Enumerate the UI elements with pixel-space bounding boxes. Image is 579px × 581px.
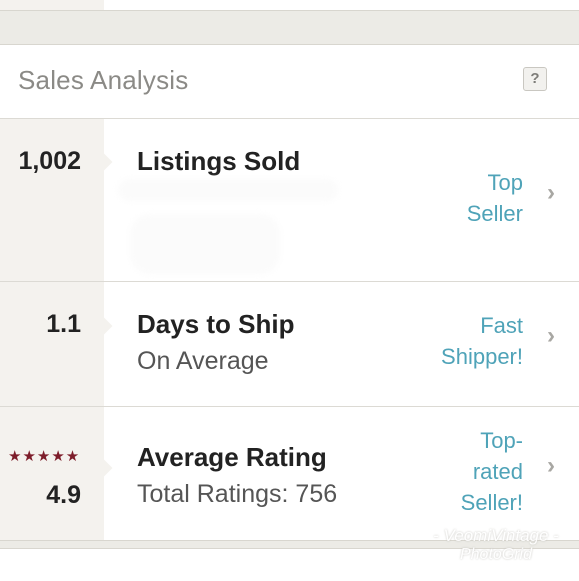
badge-line: Seller xyxy=(466,201,523,226)
average-rating-row[interactable]: ★★★★★ 4.9 Average Rating Total Ratings: … xyxy=(0,407,579,540)
badge-line: Top- xyxy=(480,428,523,453)
top-seller-badge[interactable]: Top Seller xyxy=(403,167,523,229)
watermark-line: - VeomiVintage - xyxy=(433,526,559,545)
metric-column xyxy=(0,119,104,281)
chevron-right-icon[interactable]: › xyxy=(547,452,555,480)
previous-card-edge xyxy=(0,0,579,11)
star-rating-icons: ★★★★★ xyxy=(8,448,81,465)
average-rating-label: Average Rating xyxy=(137,442,327,472)
days-to-ship-row[interactable]: 1.1 Days to Ship On Average Fast Shipper… xyxy=(0,282,579,407)
redaction-smudge xyxy=(130,214,280,274)
redaction-smudge xyxy=(118,179,338,201)
days-to-ship-sublabel: On Average xyxy=(137,347,269,375)
help-icon[interactable]: ? xyxy=(523,67,547,91)
panel-title: Sales Analysis xyxy=(18,65,189,95)
panel-header: Sales Analysis ? xyxy=(0,45,579,119)
days-to-ship-value: 1.1 xyxy=(46,310,81,338)
listings-sold-value: 1,002 xyxy=(18,147,81,175)
average-rating-value: 4.9 xyxy=(46,481,81,509)
metric-column xyxy=(0,407,104,540)
top-rated-seller-badge[interactable]: Top- rated Seller! xyxy=(403,425,523,518)
photo-watermark: - VeomiVintage - PhotoGrid xyxy=(421,526,571,564)
badge-line: Fast xyxy=(480,313,523,338)
badge-line: Shipper! xyxy=(441,344,523,369)
listings-sold-label: Listings Sold xyxy=(137,146,301,176)
listings-sold-row[interactable]: 1,002 Listings Sold Top Seller › xyxy=(0,119,579,282)
chevron-right-icon[interactable]: › xyxy=(547,322,555,350)
badge-line: rated xyxy=(472,459,523,484)
metric-column xyxy=(0,282,104,406)
watermark-line: PhotoGrid xyxy=(459,546,533,563)
previous-card-left-column xyxy=(0,0,104,10)
badge-line: Seller! xyxy=(460,490,523,515)
total-ratings-sublabel: Total Ratings: 756 xyxy=(137,480,338,508)
sales-analysis-panel: Sales Analysis ? 1,002 Listings Sold Top… xyxy=(0,44,579,541)
chevron-right-icon[interactable]: › xyxy=(547,179,555,207)
fast-shipper-badge[interactable]: Fast Shipper! xyxy=(403,310,523,372)
badge-line: Top xyxy=(487,170,523,195)
days-to-ship-label: Days to Ship xyxy=(137,309,295,339)
